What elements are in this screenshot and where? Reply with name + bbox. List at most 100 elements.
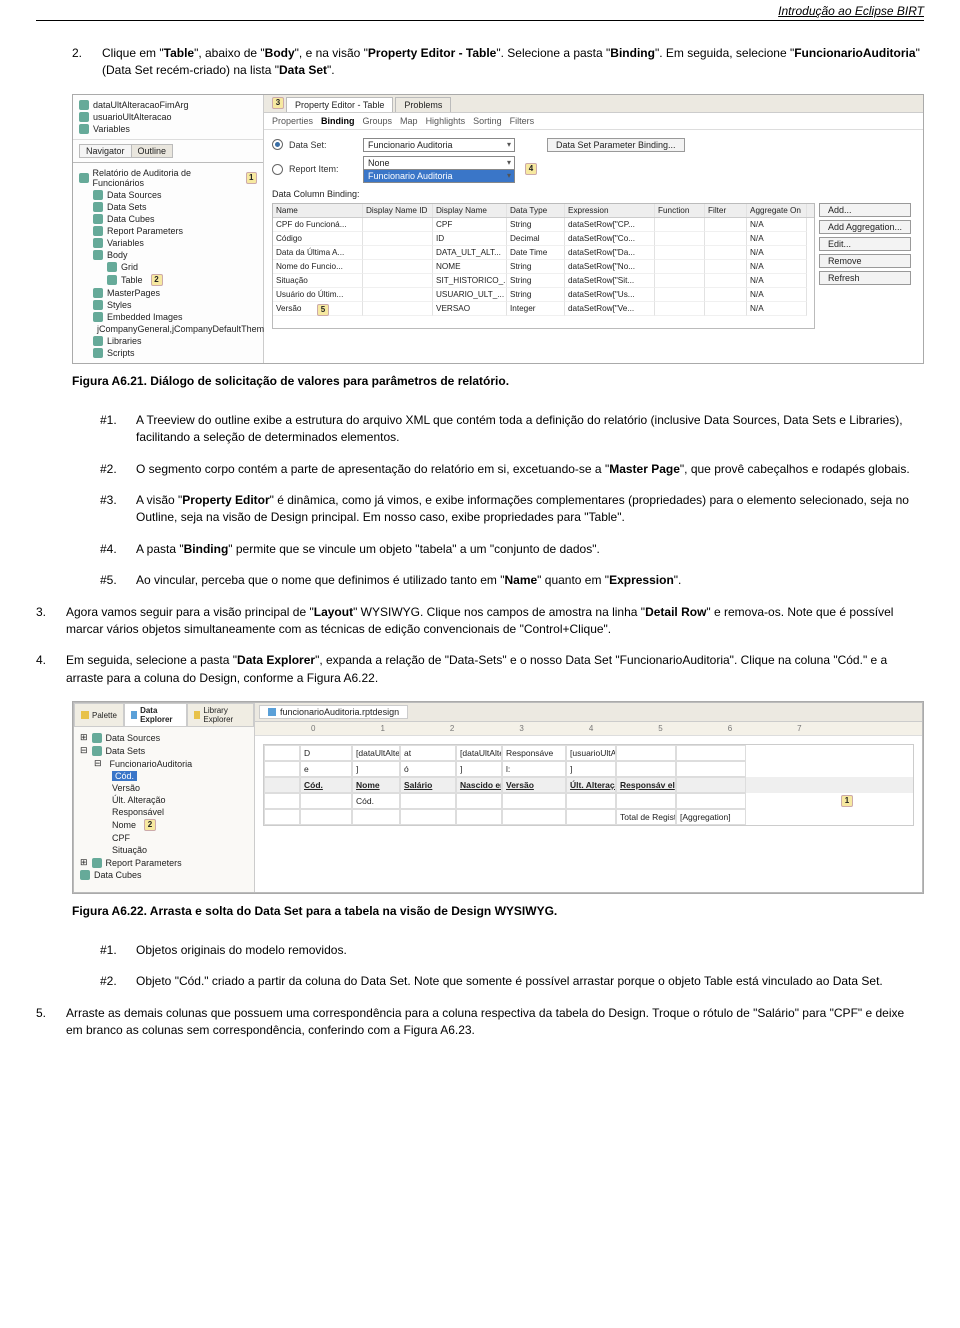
outline-item-table[interactable]: Table2 [79, 273, 257, 287]
step-4-num: 4. [36, 652, 66, 687]
tab-property-editor[interactable]: Property Editor - Table [286, 97, 393, 112]
outline-item[interactable]: Data Cubes [79, 213, 257, 225]
grid-row[interactable]: CódigoIDDecimaldataSetRow["Co...N/A [273, 232, 814, 246]
tab-problems[interactable]: Problems [395, 97, 451, 112]
tree-data-cubes[interactable]: Data Cubes [80, 869, 248, 881]
hash-note: #2.O segmento corpo contém a parte de ap… [72, 461, 924, 478]
hash-note: #5.Ao vincular, perceba que o nome que d… [72, 572, 924, 589]
nav-tabs: Navigator Outline [73, 140, 263, 163]
grid-header-cell[interactable]: Aggregate On [747, 204, 807, 217]
btn-add[interactable]: Add... [819, 203, 911, 217]
grid-header-cell[interactable]: Display Name ID [363, 204, 433, 217]
tree-col-cod[interactable]: Cód. [80, 770, 248, 782]
outline-root[interactable]: Relatório de Auditoria de Funcionários1 [79, 167, 257, 189]
grid-row[interactable]: Data da Última A...DATA_ULT_ALT...Date T… [273, 246, 814, 260]
badge-detail-1: 1 [841, 795, 853, 807]
subtab-binding[interactable]: Binding [321, 116, 355, 126]
hash-note: #4.A pasta "Binding" permite que se vinc… [72, 541, 924, 558]
grid-header-cell[interactable]: Display Name [433, 204, 507, 217]
outline-item[interactable]: Data Sources [79, 189, 257, 201]
tab-library-explorer[interactable]: Library Explorer [187, 703, 254, 726]
outline-item[interactable]: Report Parameters [79, 225, 257, 237]
radio-dataset[interactable] [272, 139, 283, 150]
step-4: 4. Em seguida, selecione a pasta "Data E… [36, 652, 924, 687]
grid-header-cell[interactable]: Filter [705, 204, 747, 217]
outline-item[interactable]: Embedded Images [79, 311, 257, 323]
outline-item[interactable]: Variables [79, 237, 257, 249]
outline-item[interactable]: Scripts [79, 347, 257, 359]
tree-report-params[interactable]: ⊞Report Parameters [80, 856, 248, 869]
tree-data-sources[interactable]: ⊞Data Sources [80, 731, 248, 744]
hash-note: #3.A visão "Property Editor" é dinâmica,… [72, 492, 924, 527]
design-table[interactable]: D[dataUltAlteracao...at[dataUltAlteracao… [263, 744, 914, 826]
outline-item[interactable]: Styles [79, 299, 257, 311]
step-3-num: 3. [36, 604, 66, 639]
step-2-text: Clique em "Table", abaixo de "Body", e n… [102, 45, 924, 80]
outline-item[interactable]: MasterPages [79, 287, 257, 299]
badge-left-2: 2 [144, 819, 156, 831]
label-dataset: Data Set: [289, 140, 357, 150]
grid-header-cell[interactable]: Function [655, 204, 705, 217]
tree-ds[interactable]: ⊟FuncionarioAuditoria [80, 757, 248, 770]
grid-row[interactable]: VersãoVERSAOIntegerdataSetRow["Ve...N/A [273, 302, 814, 316]
tree-data-sets[interactable]: ⊟Data Sets [80, 744, 248, 757]
outline-item[interactable]: Body [79, 249, 257, 261]
grid-row[interactable]: Usuário do Últim...USUARIO_ULT_...String… [273, 288, 814, 302]
tab-outline[interactable]: Outline [131, 144, 174, 158]
combo-report-item[interactable]: None [363, 156, 515, 170]
tab-navigator[interactable]: Navigator [79, 144, 132, 158]
figure-22-caption: Figura A6.22. Arrasta e solta do Data Se… [72, 904, 924, 918]
screenshot-property-editor: dataUltAlteracaoFimArg usuarioUltAlterac… [72, 94, 924, 364]
ruler: 01234567 [255, 722, 922, 736]
tree-col[interactable]: Últ. Alteração [80, 794, 248, 806]
tree-col[interactable]: Situação [80, 844, 248, 856]
radio-report-item[interactable] [272, 164, 283, 175]
combo-report-item-sel[interactable]: Funcionario Auditoria [363, 169, 515, 183]
figure-21-caption: Figura A6.21. Diálogo de solicitação de … [72, 374, 924, 388]
step-5-text: Arraste as demais colunas que possuem um… [66, 1005, 924, 1040]
label-report-item: Report Item: [289, 164, 357, 174]
subtab-sorting[interactable]: Sorting [473, 116, 502, 126]
outline-item[interactable]: Data Sets [79, 201, 257, 213]
outline-item[interactable]: Grid [79, 261, 257, 273]
hash-note: #1.Objetos originais do modelo removidos… [72, 942, 924, 959]
subtab-highlights[interactable]: Highlights [426, 116, 466, 126]
binding-grid[interactable]: NameDisplay Name IDDisplay NameData Type… [272, 203, 815, 329]
subtab-properties[interactable]: Properties [272, 116, 313, 126]
tree-col[interactable]: CPF [80, 832, 248, 844]
grid-row[interactable]: SituaçãoSIT_HISTORICO_...StringdataSetRo… [273, 274, 814, 288]
subtab-groups[interactable]: Groups [363, 116, 393, 126]
btn-add-aggregation[interactable]: Add Aggregation... [819, 220, 911, 234]
tab-palette[interactable]: Palette [74, 703, 124, 726]
tree-col[interactable]: Nome2 [80, 818, 248, 832]
btn-edit[interactable]: Edit... [819, 237, 911, 251]
tree-col[interactable]: Responsável [80, 806, 248, 818]
btn-refresh[interactable]: Refresh [819, 271, 911, 285]
btn-remove[interactable]: Remove [819, 254, 911, 268]
grid-row[interactable]: CPF do Funcioná...CPFStringdataSetRow["C… [273, 218, 814, 232]
outline-item[interactable]: Libraries [79, 335, 257, 347]
tab-data-explorer[interactable]: Data Explorer [124, 703, 187, 726]
topvar-item[interactable]: dataUltAlteracaoFimArg [79, 99, 257, 111]
grid-header-cell[interactable]: Data Type [507, 204, 565, 217]
subtab-map[interactable]: Map [400, 116, 418, 126]
outline-item[interactable]: jCompanyGeneral,jCompanyDefaultTheme [79, 323, 257, 335]
grid-row[interactable]: Nome do Funcio...NOMEStringdataSetRow["N… [273, 260, 814, 274]
btn-dataset-param-binding[interactable]: Data Set Parameter Binding... [547, 138, 685, 152]
combo-dataset[interactable]: Funcionario Auditoria [363, 138, 515, 152]
step-4-text: Em seguida, selecione a pasta "Data Expl… [66, 652, 924, 687]
badge-1: 1 [246, 172, 258, 184]
label-data-col-binding: Data Column Binding: [272, 189, 915, 199]
grid-header-cell[interactable]: Name [273, 204, 363, 217]
editor-file-tab[interactable]: funcionarioAuditoria.rptdesign [259, 705, 408, 719]
topvar-item[interactable]: usuarioUltAlteracao [79, 111, 257, 123]
step-3: 3. Agora vamos seguir para a visão princ… [36, 604, 924, 639]
hash-note: #1.A Treeview do outline exibe a estrutu… [72, 412, 924, 447]
step-5: 5. Arraste as demais colunas que possuem… [36, 1005, 924, 1040]
topvar-item[interactable]: Variables [79, 123, 257, 135]
grid-header-cell[interactable]: Expression [565, 204, 655, 217]
tree-col[interactable]: Versão [80, 782, 248, 794]
screenshot-data-explorer: Palette Data Explorer Library Explorer ⊞… [72, 701, 924, 894]
property-subtabs: Properties Binding Groups Map Highlights… [264, 113, 923, 130]
subtab-filters[interactable]: Filters [510, 116, 535, 126]
